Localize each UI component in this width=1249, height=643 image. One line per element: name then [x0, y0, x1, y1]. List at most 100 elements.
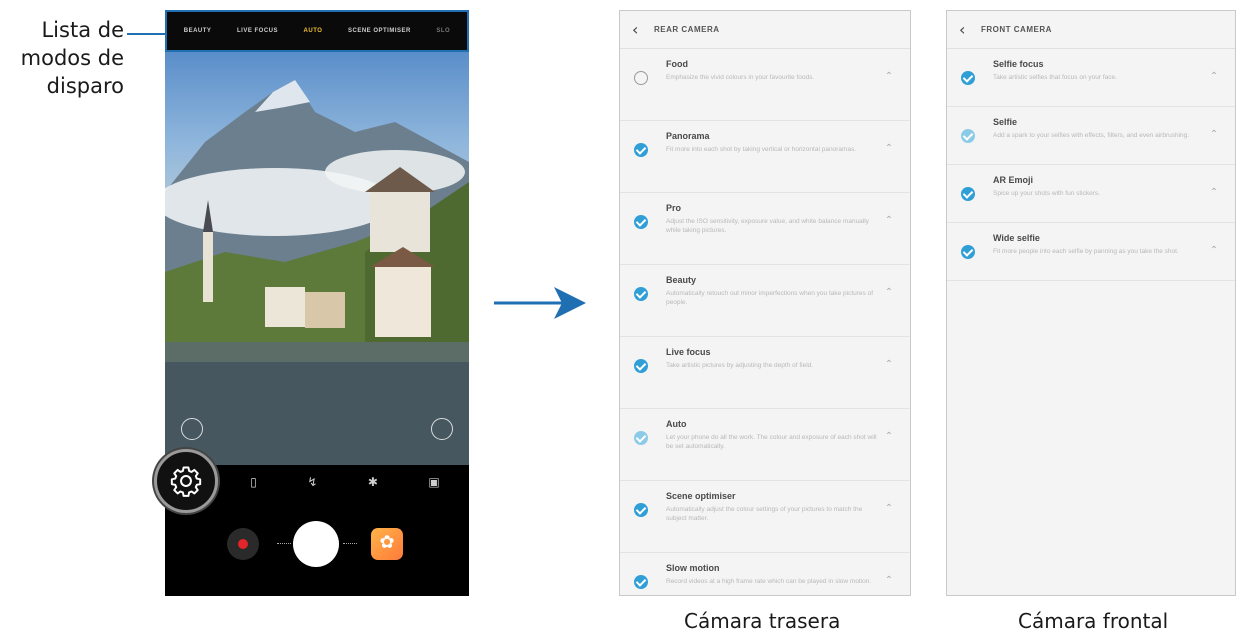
panel-header: ‹ REAR CAMERA: [620, 11, 910, 49]
mode-name: Selfie focus: [993, 59, 1044, 69]
mode-checkbox[interactable]: [634, 503, 648, 517]
reorder-handle-icon[interactable]: ⌃: [882, 575, 896, 586]
mode-description: Emphasize the vivid colours in your favo…: [666, 74, 815, 81]
record-video-button[interactable]: [227, 528, 259, 560]
landscape-image: [165, 80, 469, 465]
mode-list-item[interactable]: Slow motion Record videos at a high frame…: [620, 553, 910, 595]
mode-name: Auto: [666, 419, 687, 429]
shooting-modes-callout: Lista de modos de disparo: [20, 18, 124, 98]
mode-name: Wide selfie: [993, 233, 1040, 243]
mode-list-item[interactable]: Auto Let your phone do all the work. The …: [620, 409, 910, 481]
switch-camera-icon[interactable]: ▣: [428, 475, 439, 489]
mode-text: Selfie Add a spark to your selfies with e…: [993, 117, 1207, 140]
front-camera-modes-panel: ‹ FRONT CAMERA Selfie focus Take artistic…: [946, 10, 1236, 596]
mode-name: Pro: [666, 203, 682, 213]
mode-text: Wide selfie Fit more people into each sel…: [993, 233, 1207, 256]
mode-text: Beauty Automatically retouch out minor im…: [666, 275, 882, 307]
gear-icon: [170, 466, 202, 497]
front-mode-list: Selfie focus Take artistic selfies that f…: [947, 49, 1235, 281]
reorder-handle-icon[interactable]: ⌃: [882, 71, 896, 82]
mode-checkbox[interactable]: [961, 129, 975, 143]
mode-text: Food Emphasize the vivid colours in your …: [666, 59, 882, 82]
mode-checkbox[interactable]: [961, 245, 975, 259]
mode-list-item[interactable]: Selfie focus Take artistic selfies that f…: [947, 49, 1235, 107]
reorder-handle-icon[interactable]: ⌃: [1207, 129, 1221, 140]
panel-title: FRONT CAMERA: [981, 25, 1052, 34]
back-arrow-icon[interactable]: ‹: [959, 20, 981, 39]
camera-viewfinder[interactable]: [165, 52, 469, 465]
mode-text: Slow motion Record videos at a high frame…: [666, 563, 882, 586]
camera-screen: BEAUTY LIVE FOCUS AUTO SCENE OPTIMISER S…: [165, 10, 469, 596]
mode-checkbox[interactable]: [634, 287, 648, 301]
panel-title: REAR CAMERA: [654, 25, 720, 34]
reorder-handle-icon[interactable]: ⌃: [882, 287, 896, 298]
shutter-button[interactable]: [293, 521, 339, 567]
gallery-thumbnail-button[interactable]: [371, 528, 403, 560]
mode-slow-motion[interactable]: SLO: [436, 28, 450, 34]
mode-name: Selfie: [993, 117, 1018, 127]
mode-list-item[interactable]: Food Emphasize the vivid colours in your …: [620, 49, 910, 121]
reorder-handle-icon[interactable]: ⌃: [882, 503, 896, 514]
camera-settings-button[interactable]: [154, 449, 218, 513]
dotted-divider: [277, 543, 291, 544]
mode-text: AR Emoji Spice up your shots with fun sti…: [993, 175, 1207, 198]
reorder-handle-icon[interactable]: ⌃: [882, 359, 896, 370]
mode-list-item[interactable]: AR Emoji Spice up your shots with fun sti…: [947, 165, 1235, 223]
back-arrow-icon[interactable]: ‹: [632, 20, 654, 39]
bixby-vision-icon[interactable]: [181, 418, 203, 440]
mode-checkbox[interactable]: [634, 359, 648, 373]
mode-text: Pro Adjust the ISO sensitivity, exposure …: [666, 203, 882, 235]
mode-list-item[interactable]: Selfie Add a spark to your selfies with e…: [947, 107, 1235, 165]
mode-checkbox[interactable]: [634, 575, 648, 589]
mode-scene-optimiser[interactable]: SCENE OPTIMISER: [348, 28, 411, 34]
mode-name: AR Emoji: [993, 175, 1034, 185]
mode-list-item[interactable]: Live focus Take artistic pictures by adju…: [620, 337, 910, 409]
mode-text: Scene optimiser Automatically adjust the …: [666, 491, 882, 523]
mode-description: Fit more into each shot by taking vertic…: [666, 146, 857, 153]
mode-list-item[interactable]: Pro Adjust the ISO sensitivity, exposure …: [620, 193, 910, 265]
panel-header: ‹ FRONT CAMERA: [947, 11, 1235, 49]
mode-name: Food: [666, 59, 688, 69]
reorder-handle-icon[interactable]: ⌃: [1207, 245, 1221, 256]
mode-description: Record videos at a high frame rate which…: [666, 578, 872, 585]
mode-description: Take artistic pictures by adjusting the …: [666, 362, 814, 369]
aspect-ratio-icon[interactable]: ▯: [250, 475, 257, 489]
mode-checkbox[interactable]: [634, 71, 648, 85]
mode-text: Panorama Fit more into each shot by takin…: [666, 131, 882, 154]
filter-icon[interactable]: ✱: [368, 475, 378, 489]
reorder-handle-icon[interactable]: ⌃: [882, 215, 896, 226]
mode-list-item[interactable]: Beauty Automatically retouch out minor im…: [620, 265, 910, 337]
reorder-handle-icon[interactable]: ⌃: [1207, 71, 1221, 82]
mode-text: Selfie focus Take artistic selfies that f…: [993, 59, 1207, 82]
dotted-divider: [343, 543, 357, 544]
rear-camera-modes-panel: ‹ REAR CAMERA Food Emphasize the vivid co…: [619, 10, 911, 596]
mode-checkbox[interactable]: [961, 71, 975, 85]
switch-lens-icon[interactable]: [431, 418, 453, 440]
mode-description: Spice up your shots with fun stickers.: [993, 190, 1100, 197]
mode-name: Panorama: [666, 131, 710, 141]
reorder-handle-icon[interactable]: ⌃: [882, 431, 896, 442]
mode-checkbox[interactable]: [961, 187, 975, 201]
mode-description: Automatically retouch out minor imperfec…: [666, 290, 874, 306]
mode-description: Take artistic selfies that focus on your…: [993, 74, 1117, 81]
mode-beauty[interactable]: BEAUTY: [184, 28, 212, 34]
mode-name: Slow motion: [666, 563, 720, 573]
mode-text: Auto Let your phone do all the work. The …: [666, 419, 882, 451]
mode-checkbox[interactable]: [634, 215, 648, 229]
mode-description: Let your phone do all the work. The colo…: [666, 434, 877, 450]
mode-checkbox[interactable]: [634, 431, 648, 445]
mode-description: Add a spark to your selfies with effects…: [993, 132, 1190, 139]
mode-auto[interactable]: AUTO: [304, 28, 323, 34]
mode-text: Live focus Take artistic pictures by adju…: [666, 347, 882, 370]
mode-live-focus[interactable]: LIVE FOCUS: [237, 28, 278, 34]
mode-list-item[interactable]: Scene optimiser Automatically adjust the …: [620, 481, 910, 553]
reorder-handle-icon[interactable]: ⌃: [1207, 187, 1221, 198]
shooting-modes-list[interactable]: BEAUTY LIVE FOCUS AUTO SCENE OPTIMISER S…: [165, 10, 469, 52]
mode-name: Scene optimiser: [666, 491, 736, 501]
arrow-right-icon: [494, 287, 586, 319]
flash-off-icon[interactable]: ↯: [307, 475, 317, 489]
reorder-handle-icon[interactable]: ⌃: [882, 143, 896, 154]
mode-list-item[interactable]: Panorama Fit more into each shot by takin…: [620, 121, 910, 193]
mode-list-item[interactable]: Wide selfie Fit more people into each sel…: [947, 223, 1235, 281]
mode-checkbox[interactable]: [634, 143, 648, 157]
